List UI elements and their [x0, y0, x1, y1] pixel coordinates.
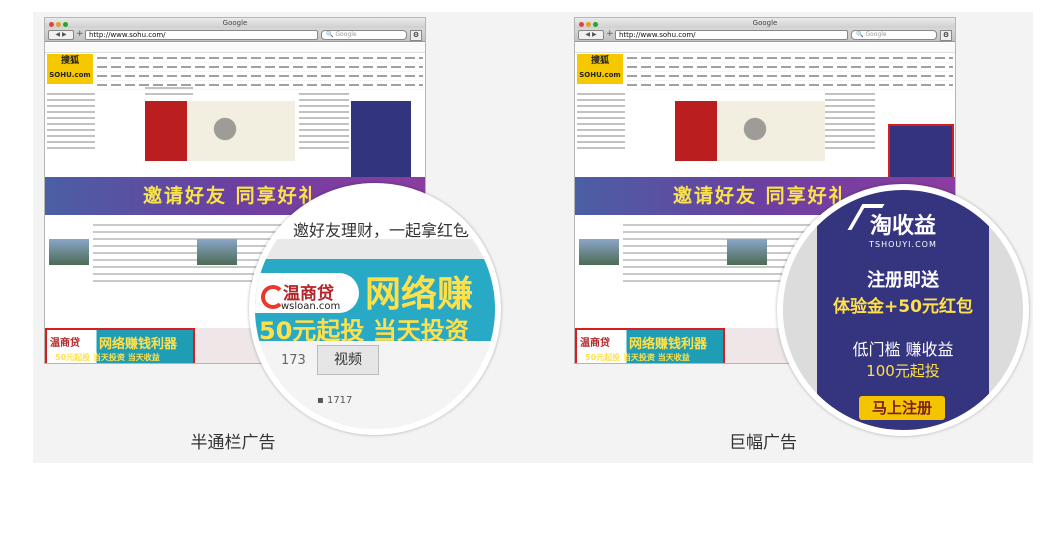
add-tab-icon[interactable]: +	[76, 29, 84, 39]
zoomed-logo-url: TSHOUYI.COM	[869, 240, 937, 249]
news-column	[577, 89, 625, 164]
settings-icon[interactable]: ⚙	[940, 30, 952, 41]
caption-half-banner: 半通栏广告	[190, 433, 276, 453]
search-field[interactable]: 🔍 Google	[321, 30, 407, 40]
news-thumbnail[interactable]	[49, 239, 89, 265]
site-logo-text: 搜狐	[60, 56, 79, 66]
half-banner-subline: 50元起投 当天投资 当天收益	[55, 353, 160, 362]
zoom-top-text: 邀好友理财，一起拿红包	[293, 221, 470, 240]
add-tab-icon[interactable]: +	[606, 29, 614, 39]
half-banner-logo: 温商贷	[50, 338, 80, 349]
half-banner-example-panel: Google ◀ ▶ + http://www.sohu.com/ 🔍 Goog…	[33, 12, 533, 463]
giant-ad-example-panel: Google ◀ ▶ + http://www.sohu.com/ 🔍 Goog…	[533, 12, 1033, 463]
site-top-row	[575, 43, 955, 53]
magnifier-zoom: 淘收益 TSHOUYI.COM 注册即送 体验金+50元红包 低门槛 赚收益 1…	[777, 184, 1029, 436]
browser-toolbar: ◀ ▶ + http://www.sohu.com/ 🔍 Google ⚙	[575, 28, 955, 42]
site-logo-sub: SOHU.com	[579, 71, 621, 79]
site-logo-text: 搜狐	[590, 56, 609, 66]
zoomed-line-register: 注册即送	[867, 270, 939, 291]
news-column	[299, 89, 349, 169]
news-thumbnail[interactable]	[727, 239, 767, 265]
browser-title: Google	[222, 19, 248, 27]
back-forward-buttons[interactable]: ◀ ▶	[48, 30, 74, 40]
site-nav-grid	[627, 54, 953, 90]
news-column	[47, 89, 95, 164]
zoom-lower-area: 173 视频 ▪ 1717	[255, 341, 495, 429]
side-advert[interactable]	[351, 101, 411, 181]
zoomed-logo-box: 温商贷 wsloan.com	[255, 273, 359, 313]
news-thumbnail[interactable]	[197, 239, 237, 265]
site-promo-banner[interactable]	[145, 101, 295, 161]
browser-title: Google	[752, 19, 778, 27]
news-thumbnail[interactable]	[579, 239, 619, 265]
site-logo[interactable]: 搜狐 SOHU.com	[47, 54, 93, 84]
browser-titlebar: Google	[575, 18, 955, 28]
half-banner-ad-highlighted[interactable]: 温商贷 网络赚钱利器 50元起投 当天投资 当天收益	[45, 328, 195, 363]
zoom-side-strip	[783, 190, 817, 430]
url-bar[interactable]: http://www.sohu.com/	[615, 30, 848, 40]
half-banner-headline: 网络赚钱利器	[99, 337, 178, 352]
news-column	[145, 83, 193, 99]
zoomed-line-low-barrier: 低门槛 赚收益	[852, 340, 954, 359]
site-nav-grid	[97, 54, 423, 90]
half-banner-ad[interactable]: 温商贷 网络赚钱利器 50元起投 当天投资 当天收益	[575, 328, 725, 363]
zoomed-logo: 淘收益 TSHOUYI.COM	[817, 208, 989, 249]
search-field[interactable]: 🔍 Google	[851, 30, 937, 40]
zoomed-line-min-invest: 100元起投	[866, 362, 940, 380]
zoomed-logo-name: 淘收益	[869, 214, 936, 239]
zoomed-headline: 网络赚	[365, 274, 474, 315]
browser-toolbar: ◀ ▶ + http://www.sohu.com/ 🔍 Google ⚙	[45, 28, 425, 42]
search-placeholder: Google	[865, 31, 887, 38]
search-placeholder: Google	[335, 31, 357, 38]
zoomed-list-item: ▪ 1717	[317, 395, 353, 406]
site-promo-banner[interactable]	[675, 101, 825, 161]
site-logo[interactable]: 搜狐 SOHU.com	[577, 54, 623, 84]
zoomed-count: 173	[281, 353, 306, 368]
zoom-side-strip	[989, 190, 1023, 430]
site-logo-sub: SOHU.com	[49, 71, 91, 79]
url-bar[interactable]: http://www.sohu.com/	[85, 30, 318, 40]
zoomed-giant-ad[interactable]: 淘收益 TSHOUYI.COM 注册即送 体验金+50元红包 低门槛 赚收益 1…	[817, 190, 989, 430]
back-forward-buttons[interactable]: ◀ ▶	[578, 30, 604, 40]
register-now-button[interactable]: 马上注册	[859, 396, 945, 420]
news-column	[825, 89, 875, 169]
site-top-row	[45, 43, 425, 53]
half-banner-headline: 网络赚钱利器	[629, 337, 708, 352]
magnifier-zoom: 邀好友理财，一起拿红包 温商贷 wsloan.com 网络赚 50元起投 当天投…	[249, 183, 501, 435]
half-banner-logo: 温商贷	[580, 338, 610, 349]
zoomed-video-tab[interactable]: 视频	[317, 345, 379, 375]
half-banner-subline: 50元起投 当天投资 当天收益	[585, 353, 690, 362]
browser-titlebar: Google	[45, 18, 425, 28]
zoom-text-row: 邀好友理财，一起拿红包	[255, 189, 495, 240]
zoomed-line-bonus: 体验金+50元红包	[833, 297, 973, 317]
zoomed-half-banner[interactable]: 温商贷 wsloan.com 网络赚 50元起投 当天投资	[255, 259, 495, 345]
settings-icon[interactable]: ⚙	[410, 30, 422, 41]
caption-giant-ad: 巨幅广告	[729, 433, 797, 453]
